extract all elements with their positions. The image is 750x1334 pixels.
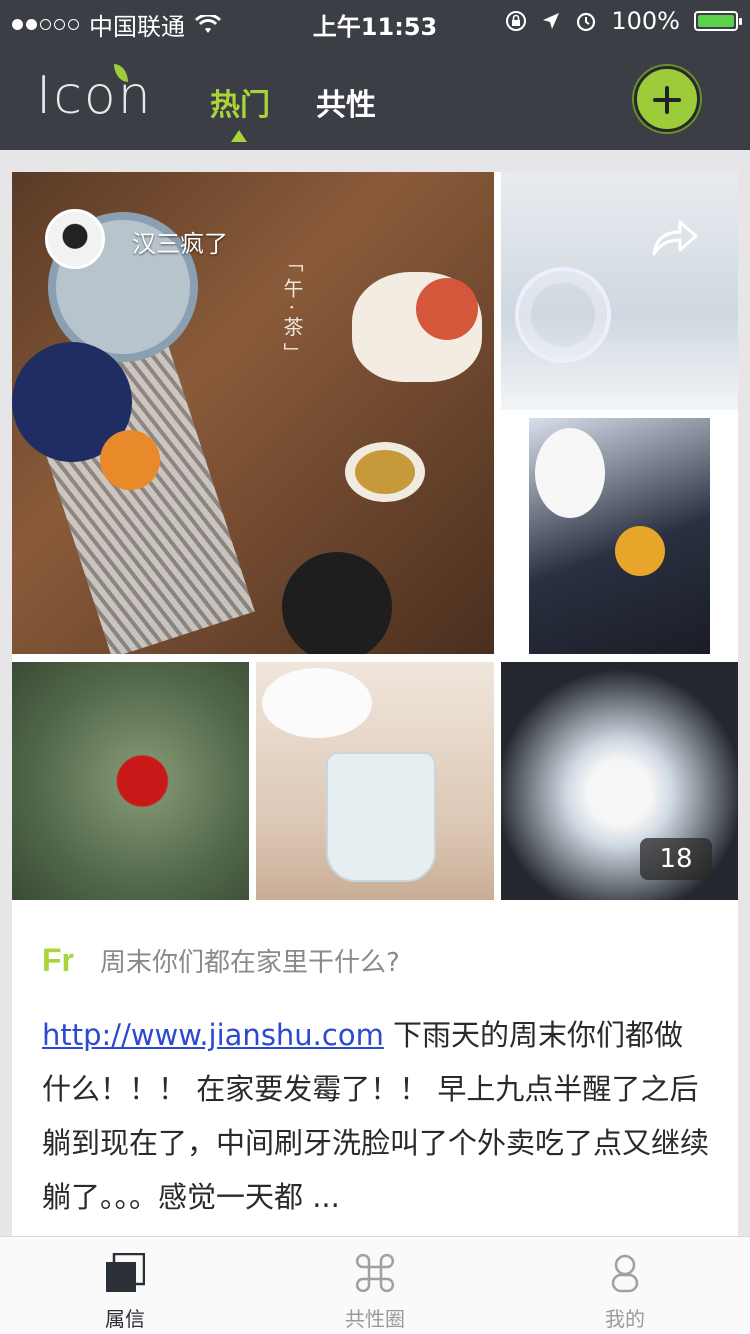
topic-icon: Fr	[42, 942, 74, 978]
battery-fill	[698, 15, 734, 27]
orange-decoration	[100, 430, 160, 490]
ferris-wheel-decoration	[515, 267, 611, 363]
tabbar-label: 我的	[605, 1307, 645, 1331]
tabbar-item-me[interactable]: 我的	[500, 1237, 750, 1334]
active-tab-indicator	[231, 130, 247, 142]
tabbar-label: 共性圈	[345, 1307, 405, 1331]
tab-common[interactable]: 共性	[316, 80, 376, 124]
tab-hot[interactable]: 热门	[210, 80, 270, 124]
status-bar: 中国联通 上午11:53 100%	[0, 0, 750, 42]
image-caption: 「午·茶」	[280, 252, 304, 369]
battery-percent: 100%	[611, 7, 680, 35]
author-avatar[interactable]	[45, 209, 105, 269]
share-icon[interactable]	[650, 218, 700, 258]
tabbar-item-messages[interactable]: 属信	[0, 1237, 250, 1334]
tabbar-label: 属信	[105, 1307, 145, 1331]
add-button[interactable]	[634, 66, 700, 132]
topic-title[interactable]: 周末你们都在家里干什么?	[100, 942, 400, 979]
alarm-icon	[577, 12, 596, 32]
bubble-decoration	[535, 428, 605, 518]
image-count-badge[interactable]: 18	[640, 838, 712, 880]
person-icon	[611, 1254, 639, 1293]
cup-decoration	[345, 442, 425, 502]
post-body[interactable]: http://www.jianshu.com 下雨天的周末你们都做什么！！！ 在…	[42, 1008, 712, 1224]
mug-decoration	[326, 752, 436, 882]
teapot-decoration	[352, 272, 482, 382]
post-image-main[interactable]: 「午·茶」 汉三疯了	[12, 172, 494, 654]
app-logo[interactable]: Icon	[36, 64, 153, 122]
plate-decoration	[282, 552, 392, 654]
bubble-decoration	[262, 668, 372, 738]
author-name[interactable]: 汉三疯了	[132, 224, 228, 259]
post-image-2[interactable]	[501, 172, 738, 410]
bottom-tab-bar: 属信 共性圈 我的	[0, 1236, 750, 1334]
header: 中国联通 上午11:53 100% Icon 热门 共性	[0, 0, 750, 150]
post-link[interactable]: http://www.jianshu.com	[42, 1018, 384, 1052]
square-stack-icon	[106, 1253, 145, 1292]
post-card[interactable]: 「午·茶」 汉三疯了 18 Fr 周末你们都在家里干什么? http://www…	[12, 172, 738, 1236]
status-right: 100%	[505, 7, 742, 35]
tabbar-item-circle[interactable]: 共性圈	[250, 1237, 500, 1334]
nav-bar: Icon 热门 共性	[0, 42, 750, 150]
post-image-3[interactable]	[529, 418, 710, 654]
post-image-6[interactable]: 18	[501, 662, 738, 900]
location-icon	[543, 13, 560, 29]
logo-text: Icon	[36, 66, 153, 126]
topic-row[interactable]: Fr 周末你们都在家里干什么?	[42, 942, 400, 979]
post-image-5[interactable]	[256, 662, 494, 900]
command-icon	[355, 1253, 395, 1293]
battery-icon	[694, 11, 742, 31]
post-image-4[interactable]	[12, 662, 249, 900]
rotation-lock-icon	[506, 11, 527, 31]
doll-decoration	[615, 526, 665, 576]
